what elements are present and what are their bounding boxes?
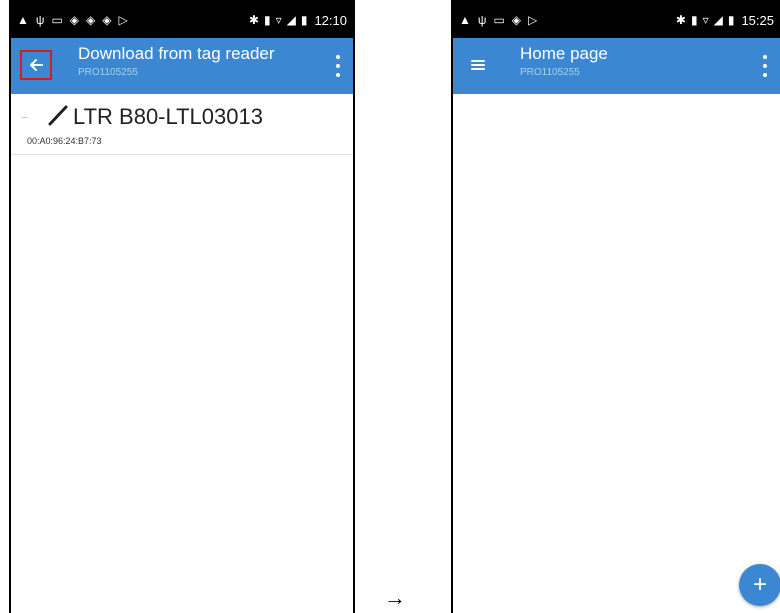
wifi-signal-icon: ▿	[702, 13, 709, 27]
menu-button[interactable]	[462, 50, 494, 80]
app-bar-titles: Home page PRO1105255	[520, 44, 608, 80]
location-icon: ◈	[102, 13, 112, 27]
usb-icon: ψ	[477, 13, 487, 27]
system-icons: ✱ ▮ ▿ ◢ ▮ 15:25	[676, 13, 774, 28]
device-mac-address: 00:A0:96:24:B7:73	[27, 136, 102, 146]
status-bar: ▲ ψ ▭ ◈ ◈ ◈ ▷ ✱ ▮ ▿ ◢ ▮ 12:10	[11, 2, 353, 38]
notification-icons: ▲ ψ ▭ ◈ ◈ ◈ ▷	[17, 14, 128, 26]
device-list-item[interactable]: – LTR B80-LTL03013 00:A0:96:24:B7:73	[11, 94, 353, 155]
battery-icon: ▮	[300, 13, 308, 27]
app-bar: Download from tag reader PRO1105255	[11, 38, 353, 94]
screen-icon: ▭	[493, 13, 505, 27]
overflow-menu-button[interactable]	[333, 55, 343, 77]
cell-signal-icon: ◢	[713, 13, 723, 27]
back-arrow-icon	[30, 59, 43, 71]
person-icon: ▲	[459, 13, 471, 27]
wifi-signal-icon: ▿	[275, 13, 282, 27]
phone-screen-home: ▲ ψ ▭ ◈ ▷ ✱ ▮ ▿ ◢ ▮ 15:25 Home page PRO1…	[451, 0, 780, 613]
battery-icon: ▮	[727, 13, 735, 27]
bluetooth-icon: ✱	[675, 13, 686, 27]
status-bar: ▲ ψ ▭ ◈ ▷ ✱ ▮ ▿ ◢ ▮ 15:25	[453, 2, 780, 38]
back-button[interactable]	[20, 50, 52, 80]
page-subtitle: PRO1105255	[78, 67, 138, 78]
more-vert-icon	[336, 55, 340, 59]
app-bar: Home page PRO1105255	[453, 38, 780, 94]
cell-signal-icon: ◢	[286, 13, 296, 27]
more-vert-dot	[336, 73, 340, 77]
page-subtitle: PRO1105255	[520, 67, 580, 78]
vibrate-icon: ▮	[690, 13, 698, 27]
transition-arrow: →	[384, 585, 406, 610]
system-icons: ✱ ▮ ▿ ◢ ▮ 12:10	[249, 13, 347, 28]
more-vert-dot	[336, 64, 340, 68]
add-fab-button[interactable]: +	[739, 564, 780, 606]
clock: 12:10	[314, 12, 347, 28]
overflow-menu-button[interactable]	[760, 55, 770, 77]
plus-icon: +	[752, 571, 767, 598]
collapse-icon[interactable]: –	[22, 112, 28, 123]
app-bar-titles: Download from tag reader PRO1105255	[78, 44, 275, 80]
more-vert-icon	[763, 55, 767, 59]
wifi-icon: ◈	[86, 13, 96, 27]
notification-icons: ▲ ψ ▭ ◈ ▷	[459, 14, 537, 26]
page-title: Download from tag reader	[78, 44, 275, 63]
play-icon: ▷	[528, 13, 538, 27]
shield-icon: ◈	[511, 13, 522, 27]
more-vert-dot	[763, 64, 767, 68]
menu-icon	[471, 60, 485, 70]
vibrate-icon: ▮	[263, 13, 271, 27]
tag-reader-pen-icon	[48, 105, 68, 126]
phone-screen-download: ▲ ψ ▭ ◈ ◈ ◈ ▷ ✱ ▮ ▿ ◢ ▮ 12:10 Download f…	[9, 0, 355, 613]
play-icon: ▷	[118, 13, 128, 27]
bluetooth-icon: ✱	[248, 13, 259, 27]
clock: 15:25	[741, 12, 774, 28]
more-vert-dot	[763, 73, 767, 77]
page-title: Home page	[520, 44, 608, 63]
device-name: LTR B80-LTL03013	[73, 104, 263, 129]
shield-icon: ◈	[69, 13, 80, 27]
person-icon: ▲	[17, 13, 29, 27]
screen-icon: ▭	[51, 13, 63, 27]
usb-icon: ψ	[35, 13, 45, 27]
